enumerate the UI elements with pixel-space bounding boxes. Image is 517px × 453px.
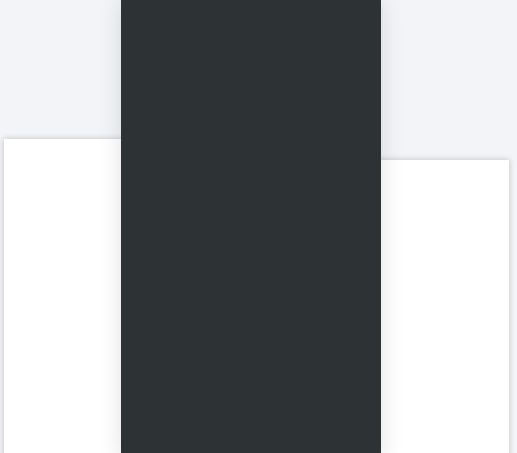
center-dark-panel[interactable]	[121, 0, 381, 453]
right-card[interactable]	[365, 160, 509, 453]
screen-canvas	[0, 0, 517, 453]
